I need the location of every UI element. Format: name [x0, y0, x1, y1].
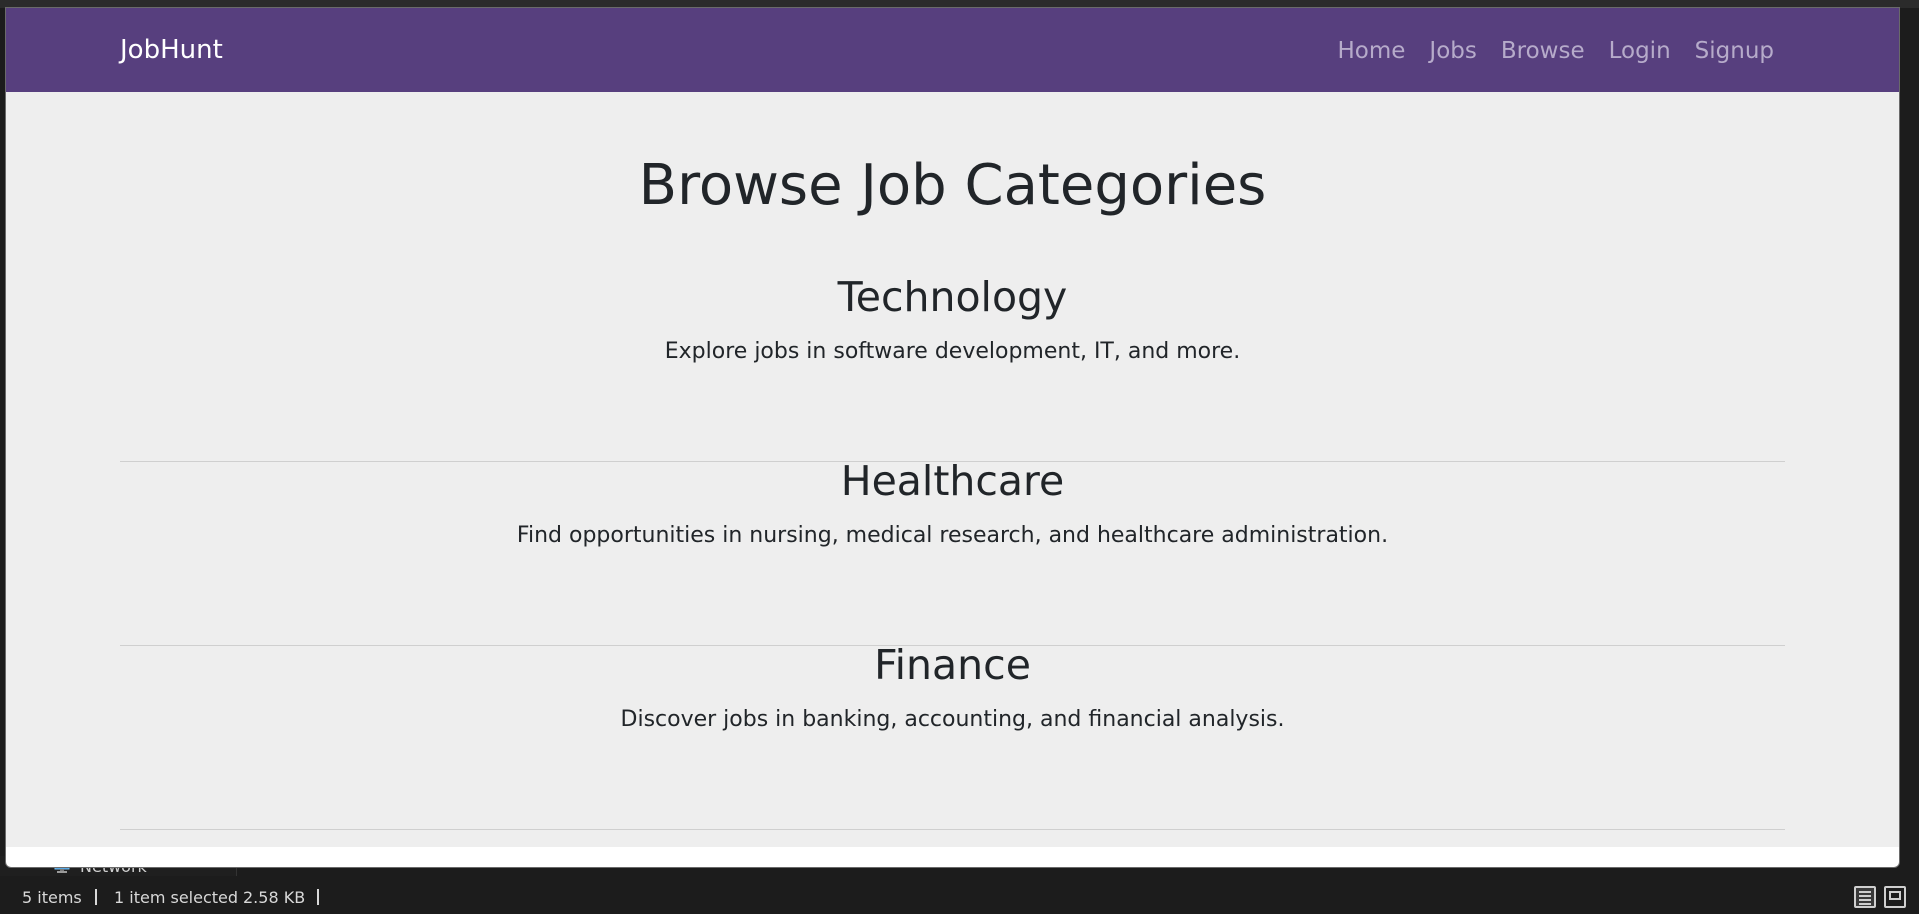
nav-link-login[interactable]: Login	[1609, 38, 1671, 64]
category-title: Healthcare	[840, 457, 1065, 505]
page-title: Browse Job Categories	[638, 153, 1267, 218]
category-description: Find opportunities in nursing, medical r…	[516, 523, 1389, 548]
status-separator	[95, 889, 97, 905]
category-title: Technology	[837, 273, 1068, 321]
details-view-icon[interactable]	[1854, 886, 1876, 908]
category-description: Explore jobs in software development, IT…	[664, 339, 1241, 364]
tiles-view-icon[interactable]	[1884, 886, 1906, 908]
category-technology: Technology Explore jobs in software deve…	[120, 277, 1785, 462]
top-navbar: JobHunt Home Jobs Browse Login Signup	[6, 8, 1899, 92]
status-size: 2.58 KB	[243, 888, 306, 907]
category-description: Discover jobs in banking, accounting, an…	[620, 707, 1285, 732]
status-selection: 1 item selected	[114, 888, 239, 907]
explorer-status-bar: 5 items 1 item selected 2.58 KB	[0, 880, 1919, 914]
nav-link-jobs[interactable]: Jobs	[1429, 38, 1476, 64]
brand-logo-link[interactable]: JobHunt	[120, 35, 223, 65]
nav-link-home[interactable]: Home	[1337, 38, 1405, 64]
category-healthcare: Healthcare Find opportunities in nursing…	[120, 461, 1785, 646]
category-finance: Finance Discover jobs in banking, accoun…	[120, 645, 1785, 830]
status-separator	[317, 889, 319, 905]
desktop-screen: › Network JobHunt Home Jobs Browse Login…	[0, 0, 1919, 914]
nav-link-browse[interactable]: Browse	[1501, 38, 1585, 64]
nav-link-signup[interactable]: Signup	[1695, 38, 1774, 64]
main-content: Browse Job Categories Technology Explore…	[6, 92, 1899, 847]
nav-links: Home Jobs Browse Login Signup	[1337, 38, 1774, 64]
browser-window: JobHunt Home Jobs Browse Login Signup Br…	[5, 7, 1900, 868]
category-title: Finance	[874, 641, 1031, 689]
status-item-count: 5 items	[22, 888, 82, 907]
